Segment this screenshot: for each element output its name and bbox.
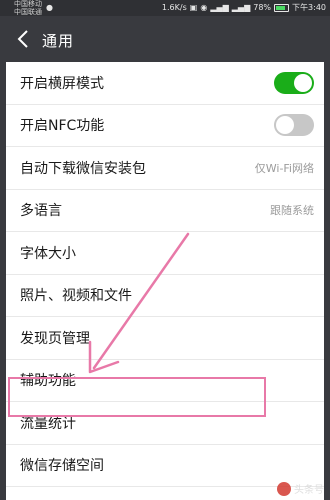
toggle-knob	[276, 116, 294, 135]
carrier-2: 中国联通	[14, 8, 42, 16]
signal-icon: ▂▄▆	[210, 3, 229, 12]
setting-media-files[interactable]: 照片、视频和文件	[6, 275, 324, 317]
battery-percent: 78%	[253, 3, 272, 12]
setting-label: 辅助功能	[20, 373, 76, 390]
setting-auto-download[interactable]: 自动下载微信安装包 仅Wi-Fi网络	[6, 147, 324, 190]
page-title: 通用	[42, 32, 75, 50]
eye-icon: ◉	[200, 3, 208, 12]
carrier-info: 中国移动 中国联通	[14, 0, 42, 16]
watermark-logo-icon	[277, 481, 291, 496]
watermark: 头条号	[277, 481, 324, 496]
carrier-1: 中国移动	[14, 0, 42, 8]
setting-label: 多语言	[20, 203, 62, 220]
hd-icon: ▣	[189, 3, 198, 12]
setting-label: 开启NFC功能	[20, 118, 105, 135]
status-time: 下午3:40	[292, 3, 326, 12]
settings-list: 开启横屏模式 开启NFC功能 自动下载微信安装包 仅Wi-Fi网络 多语言 跟随…	[6, 62, 324, 500]
setting-discover-management[interactable]: 发现页管理	[6, 317, 324, 360]
message-icon: ●	[46, 3, 53, 12]
setting-value: 跟随系统	[270, 204, 314, 218]
nfc-toggle[interactable]	[274, 114, 314, 137]
watermark-text: 头条号	[294, 485, 324, 496]
setting-landscape-mode[interactable]: 开启横屏模式	[6, 62, 324, 105]
setting-language[interactable]: 多语言 跟随系统	[6, 190, 324, 232]
back-icon[interactable]	[14, 28, 34, 50]
setting-font-size[interactable]: 字体大小	[6, 232, 324, 275]
battery-icon	[274, 3, 290, 12]
signal-2-icon: ▂▄▆	[231, 3, 251, 12]
status-bar: 中国移动 中国联通 ● 1.6K/s ▣ ◉ ▂▄▆ ▂▄▆ 78% 下午3:4…	[0, 0, 330, 16]
nav-bar: 通用	[0, 16, 330, 62]
setting-label: 微信存储空间	[20, 458, 104, 475]
setting-accessibility[interactable]: 辅助功能	[6, 360, 324, 402]
setting-label: 流量统计	[20, 415, 76, 432]
toggle-knob	[294, 73, 312, 92]
setting-label: 发现页管理	[20, 330, 90, 347]
network-speed: 1.6K/s	[161, 3, 187, 12]
setting-label: 照片、视频和文件	[20, 288, 132, 305]
setting-label: 开启横屏模式	[20, 75, 104, 92]
landscape-toggle[interactable]	[274, 71, 314, 94]
setting-nfc[interactable]: 开启NFC功能	[6, 105, 324, 147]
setting-data-usage[interactable]: 流量统计	[6, 402, 324, 445]
setting-label: 字体大小	[20, 245, 76, 262]
status-right: 1.6K/s ▣ ◉ ▂▄▆ ▂▄▆ 78% 下午3:40	[162, 2, 326, 13]
setting-label: 自动下载微信安装包	[20, 160, 146, 177]
battery-fill	[276, 5, 285, 10]
setting-value: 仅Wi-Fi网络	[254, 161, 314, 175]
